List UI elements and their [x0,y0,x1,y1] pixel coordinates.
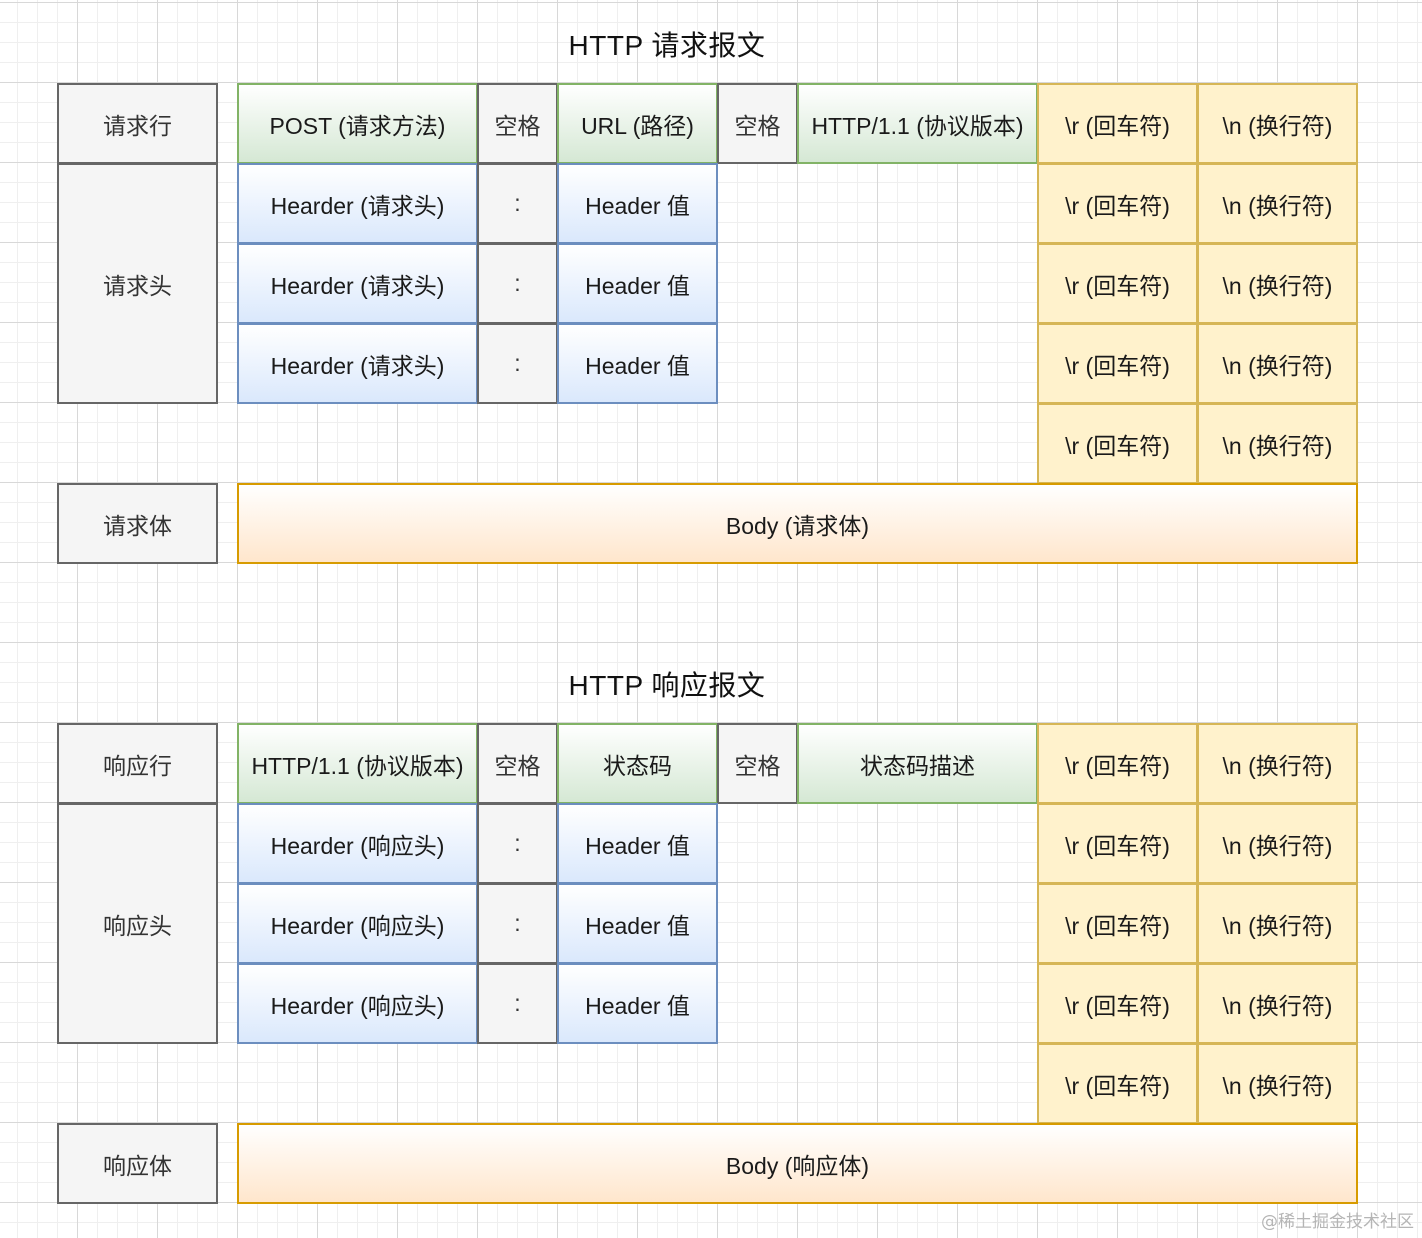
response-header-lf-cell: \n (换行符) [1197,963,1358,1044]
response-header-lf-cell: \n (换行符) [1197,883,1358,964]
request-blank-cr-cell: \r (回车符) [1037,403,1198,484]
response-body-label: 响应体 [57,1123,218,1204]
response-header-colon-cell: : [477,803,558,884]
request-body-cell: Body (请求体) [237,483,1358,564]
request-header-colon-cell: : [477,243,558,324]
response-status-code-cell: 状态码 [557,723,718,804]
request-header-cr-cell: \r (回车符) [1037,323,1198,404]
response-blank-cr-cell: \r (回车符) [1037,1043,1198,1124]
response-line-label: 响应行 [57,723,218,804]
request-url-cell: URL (路径) [557,83,718,164]
request-blank-lf-cell: \n (换行符) [1197,403,1358,484]
request-header-cr-cell: \r (回车符) [1037,163,1198,244]
request-header-value-cell: Header 值 [557,323,718,404]
response-header-name-cell: Hearder (响应头) [237,803,478,884]
request-header-name-cell: Hearder (请求头) [237,243,478,324]
response-space-cell: 空格 [717,723,798,804]
request-line-cr-cell: \r (回车符) [1037,83,1198,164]
response-header-name-cell: Hearder (响应头) [237,963,478,1044]
request-header-lf-cell: \n (换行符) [1197,243,1358,324]
request-body-label: 请求体 [57,483,218,564]
request-method-cell: POST (请求方法) [237,83,478,164]
request-header-value-cell: Header 值 [557,243,718,324]
request-header-lf-cell: \n (换行符) [1197,163,1358,244]
response-header-name-cell: Hearder (响应头) [237,883,478,964]
response-line-cr-cell: \r (回车符) [1037,723,1198,804]
request-header-colon-cell: : [477,323,558,404]
response-header-value-cell: Header 值 [557,803,718,884]
request-line-lf-cell: \n (换行符) [1197,83,1358,164]
request-line-label: 请求行 [57,83,218,164]
response-space-cell: 空格 [477,723,558,804]
request-header-cr-cell: \r (回车符) [1037,243,1198,324]
response-body-cell: Body (响应体) [237,1123,1358,1204]
request-space-cell: 空格 [477,83,558,164]
response-status-text-cell: 状态码描述 [797,723,1038,804]
response-line-lf-cell: \n (换行符) [1197,723,1358,804]
watermark: @稀土掘金技术社区 [1261,1212,1414,1232]
response-header-value-cell: Header 值 [557,883,718,964]
response-header-cr-cell: \r (回车符) [1037,883,1198,964]
response-header-cr-cell: \r (回车符) [1037,963,1198,1044]
request-header-colon-cell: : [477,163,558,244]
response-headers-label: 响应头 [57,803,218,1044]
response-header-colon-cell: : [477,963,558,1044]
response-blank-lf-cell: \n (换行符) [1197,1043,1358,1124]
request-header-name-cell: Hearder (请求头) [237,163,478,244]
response-header-cr-cell: \r (回车符) [1037,803,1198,884]
response-header-value-cell: Header 值 [557,963,718,1044]
request-version-cell: HTTP/1.1 (协议版本) [797,83,1038,164]
request-header-value-cell: Header 值 [557,163,718,244]
request-title: HTTP 请求报文 [568,30,766,61]
request-header-name-cell: Hearder (请求头) [237,323,478,404]
response-header-colon-cell: : [477,883,558,964]
response-version-cell: HTTP/1.1 (协议版本) [237,723,478,804]
request-headers-label: 请求头 [57,163,218,404]
request-header-lf-cell: \n (换行符) [1197,323,1358,404]
response-title: HTTP 响应报文 [568,670,766,701]
request-space-cell: 空格 [717,83,798,164]
response-header-lf-cell: \n (换行符) [1197,803,1358,884]
